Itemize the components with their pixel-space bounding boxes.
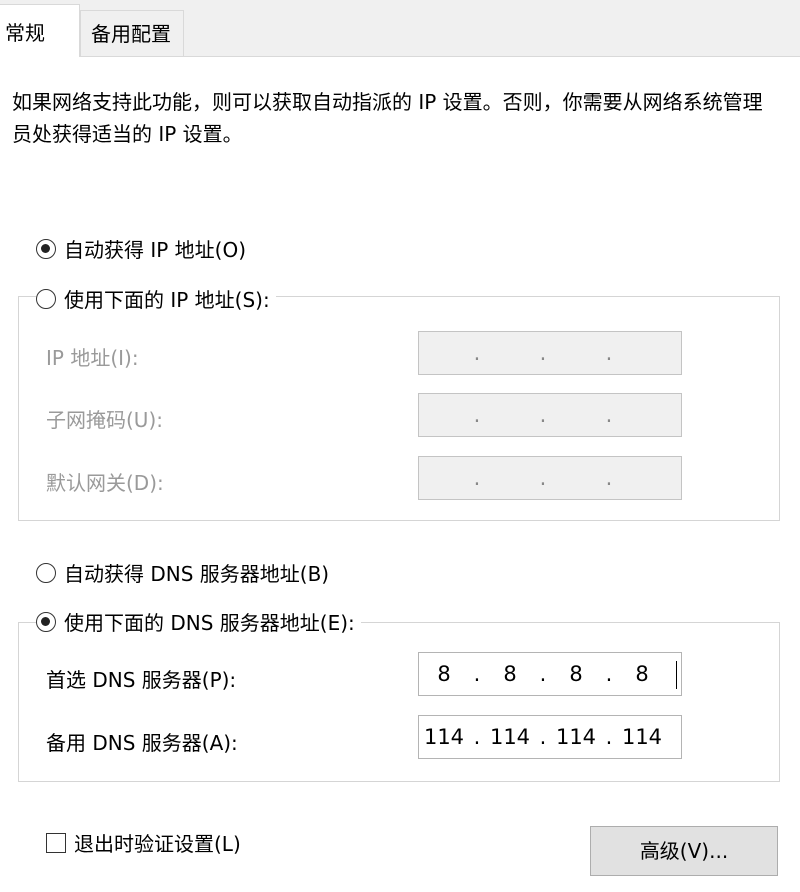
octet-separator: . xyxy=(473,466,481,490)
preferred-dns-octet-3[interactable]: 8 xyxy=(551,662,601,686)
alternate-dns-octet-3[interactable]: 114 xyxy=(551,725,601,749)
advanced-button[interactable]: 高级(V)... xyxy=(590,826,778,876)
alternate-dns-field[interactable]: 114. 114. 114. 114 xyxy=(418,715,682,759)
validate-on-exit-checkbox[interactable]: 退出时验证设置(L) xyxy=(46,828,241,857)
octet-separator: . xyxy=(605,662,613,686)
octet-separator: . xyxy=(539,403,547,427)
radio-manual-ip-indicator[interactable] xyxy=(36,288,56,309)
tab-general[interactable]: 常规 xyxy=(0,4,80,57)
ip-address-field: . . . xyxy=(418,331,682,375)
radio-auto-ip[interactable]: 自动获得 IP 地址(O) xyxy=(36,234,246,263)
radio-manual-ip[interactable]: 使用下面的 IP 地址(S): xyxy=(36,284,276,313)
octet-separator: . xyxy=(539,341,547,365)
octet-separator: . xyxy=(473,662,481,686)
text-caret xyxy=(675,661,677,689)
ip-address-label: IP 地址(I): xyxy=(46,346,139,370)
alternate-dns-octet-2[interactable]: 114 xyxy=(485,725,535,749)
preferred-dns-field[interactable]: 8. 8. 8. 8 xyxy=(418,652,682,696)
ipv4-properties-dialog: 常规 备用配置 如果网络支持此功能，则可以获取自动指派的 IP 设置。否则，你需… xyxy=(0,0,800,892)
validate-on-exit-checkbox-box[interactable] xyxy=(46,832,66,853)
radio-auto-dns[interactable]: 自动获得 DNS 服务器地址(B) xyxy=(36,558,329,587)
preferred-dns-octet-1[interactable]: 8 xyxy=(419,662,469,686)
octet-separator: . xyxy=(473,403,481,427)
alternate-dns-octet-4[interactable]: 114 xyxy=(617,725,667,749)
octet-separator: . xyxy=(605,341,613,365)
octet-separator: . xyxy=(605,466,613,490)
octet-separator: . xyxy=(473,725,481,749)
radio-auto-dns-indicator[interactable] xyxy=(36,562,56,583)
preferred-dns-octet-2[interactable]: 8 xyxy=(485,662,535,686)
radio-auto-ip-indicator[interactable] xyxy=(36,238,56,259)
alternate-dns-octet-1[interactable]: 114 xyxy=(419,725,469,749)
radio-manual-dns-indicator[interactable] xyxy=(36,611,56,632)
tab-strip: 常规 备用配置 xyxy=(0,0,800,57)
validate-on-exit-label: 退出时验证设置(L) xyxy=(74,832,241,856)
octet-separator: . xyxy=(605,403,613,427)
octet-separator: . xyxy=(539,662,547,686)
radio-manual-ip-label: 使用下面的 IP 地址(S): xyxy=(64,288,270,312)
subnet-mask-field: . . . xyxy=(418,393,682,437)
preferred-dns-octet-4[interactable]: 8 xyxy=(617,662,667,686)
octet-separator: . xyxy=(473,341,481,365)
default-gateway-field: . . . xyxy=(418,456,682,500)
octet-separator: . xyxy=(539,725,547,749)
subnet-mask-label: 子网掩码(U): xyxy=(46,408,163,432)
tab-alternate-configuration[interactable]: 备用配置 xyxy=(80,10,184,56)
radio-auto-dns-label: 自动获得 DNS 服务器地址(B) xyxy=(64,562,330,586)
octet-separator: . xyxy=(605,725,613,749)
default-gateway-label: 默认网关(D): xyxy=(46,471,164,495)
alternate-dns-label: 备用 DNS 服务器(A): xyxy=(46,731,238,755)
radio-manual-dns-label: 使用下面的 DNS 服务器地址(E): xyxy=(64,611,355,635)
octet-separator: . xyxy=(539,466,547,490)
preferred-dns-label: 首选 DNS 服务器(P): xyxy=(46,668,237,692)
radio-manual-dns[interactable]: 使用下面的 DNS 服务器地址(E): xyxy=(36,607,361,636)
description-text: 如果网络支持此功能，则可以获取自动指派的 IP 设置。否则，你需要从网络系统管理… xyxy=(12,90,763,146)
radio-auto-ip-label: 自动获得 IP 地址(O) xyxy=(64,238,247,262)
